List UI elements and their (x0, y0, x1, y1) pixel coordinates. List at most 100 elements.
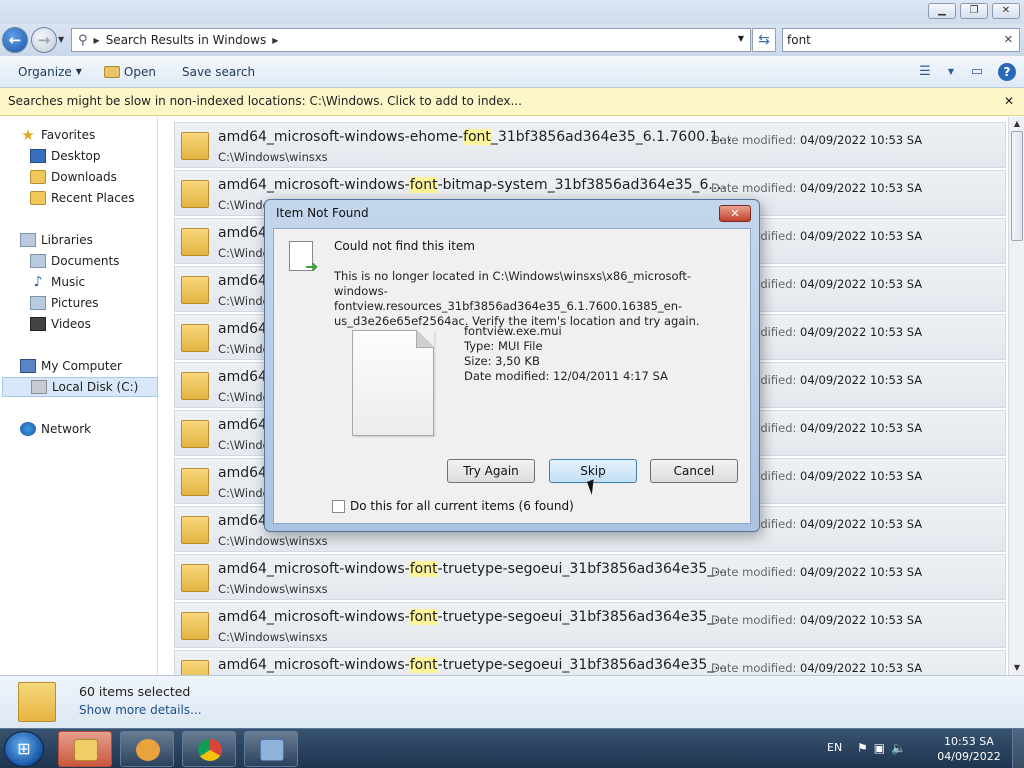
control-panel-icon (260, 739, 284, 761)
result-date: Date modified: 04/09/2022 10:53 SA (711, 181, 923, 195)
search-highlight: font (409, 177, 438, 193)
file-size: Size: 3,50 KB (464, 354, 540, 368)
checkbox-label[interactable]: Do this for all current items (6 found) (350, 499, 574, 513)
recent-pages-dropdown[interactable]: ▼ (58, 35, 64, 44)
result-row[interactable]: amd64_microsoft-windows-ehome-font_31bf3… (174, 122, 1006, 168)
result-name[interactable]: amd64 (218, 225, 267, 241)
scroll-up-icon[interactable]: ▲ (1009, 117, 1024, 131)
result-row[interactable]: amd64_microsoft-windows-font-truetype-se… (174, 650, 1006, 675)
scroll-down-icon[interactable]: ▼ (1009, 661, 1024, 675)
nav-label: Videos (51, 317, 91, 331)
file-info: fontview.exe.mui Type: MUI File Size: 3,… (464, 324, 668, 384)
result-path: C:\Windows\winsxs (218, 630, 328, 644)
result-name[interactable]: amd64 (218, 273, 267, 289)
result-name[interactable]: amd64 (218, 417, 267, 433)
result-name[interactable]: amd64_microsoft-windows-font-truetype-se… (218, 561, 728, 577)
result-path: C:\Windo (218, 246, 270, 260)
result-name[interactable]: amd64_microsoft-windows-font-truetype-se… (218, 609, 728, 625)
info-bar[interactable]: Searches might be slow in non-indexed lo… (0, 88, 1024, 116)
desktop-icon (30, 149, 46, 163)
nav-favorites[interactable]: ★ Favorites (20, 125, 176, 145)
result-row[interactable]: amd64_microsoft-windows-font-truetype-se… (174, 602, 1006, 648)
taskbar-explorer[interactable] (58, 731, 112, 767)
nav-label: Downloads (51, 170, 117, 184)
result-name[interactable]: amd64_microsoft-windows-font-bitmap-syst… (218, 177, 726, 193)
dialog-close-button[interactable]: ✕ (719, 205, 751, 222)
show-more-details-link[interactable]: Show more details... (79, 703, 202, 717)
result-name[interactable]: amd64 (218, 513, 267, 529)
open-label: Open (123, 64, 156, 79)
help-icon[interactable]: ? (998, 63, 1016, 81)
volume-icon[interactable]: 🔈 (891, 741, 906, 755)
organize-button[interactable]: Organize ▼ (18, 65, 82, 79)
chevron-right-icon[interactable]: ▶ (94, 36, 100, 45)
result-name[interactable]: amd64 (218, 369, 267, 385)
folder-icon (181, 372, 209, 400)
explorer-icon (74, 739, 98, 761)
file-move-icon: ➜ (289, 241, 321, 276)
vertical-scrollbar[interactable]: ▲ ▼ (1008, 117, 1024, 675)
preview-pane-icon[interactable]: ▭ (966, 62, 988, 82)
nav-local-disk[interactable]: Local Disk (C:) (2, 377, 158, 397)
apply-all-checkbox[interactable]: Do this for all current items (6 found) (332, 499, 574, 513)
save-search-button[interactable]: Save search (182, 65, 255, 79)
info-bar-text[interactable]: Searches might be slow in non-indexed lo… (8, 94, 522, 108)
taskbar-media-player[interactable] (120, 731, 174, 767)
network-icon (20, 422, 36, 436)
navigation-pane: ★ Favorites Desktop Downloads Recent Plac… (0, 117, 158, 675)
view-options-dropdown-icon[interactable]: ▼ (946, 62, 956, 82)
command-bar: Organize ▼ Open Save search ☰ ▼ ▭ ? (0, 56, 1024, 88)
nav-label: Pictures (51, 296, 99, 310)
clear-search-icon[interactable]: ✕ (1004, 29, 1013, 51)
folder-icon (181, 660, 209, 675)
result-row[interactable]: amd64_microsoft-windows-font-truetype-se… (174, 554, 1006, 600)
result-path: C:\Windows\winsxs (218, 582, 328, 596)
result-path: C:\Windo (218, 438, 270, 452)
result-name[interactable]: amd64_microsoft-windows-font-truetype-se… (218, 657, 728, 673)
nav-libraries[interactable]: Libraries (20, 230, 176, 250)
try-again-button[interactable]: Try Again (447, 459, 535, 483)
nav-network[interactable]: Network (20, 419, 176, 439)
maximize-button[interactable]: ❐ (960, 3, 988, 19)
folder-icon (181, 612, 209, 640)
forward-button[interactable]: → (31, 27, 57, 53)
close-infobar-icon[interactable]: ✕ (1004, 88, 1014, 115)
organize-label: Organize (18, 64, 72, 79)
close-window-button[interactable]: ✕ (992, 3, 1020, 19)
show-desktop-button[interactable] (1012, 729, 1024, 768)
nav-label: Documents (51, 254, 120, 268)
network-tray-icon[interactable]: ▣ (874, 741, 885, 755)
search-highlight: font (463, 129, 491, 145)
scroll-thumb[interactable] (1011, 131, 1023, 241)
clock[interactable]: 10:53 SA 04/09/2022 (930, 734, 1008, 764)
result-name[interactable]: amd64_microsoft-windows-ehome-font_31bf3… (218, 129, 732, 145)
language-indicator[interactable]: EN (827, 741, 842, 754)
file-thumbnail-icon (352, 330, 434, 436)
nav-my-computer[interactable]: My Computer (20, 356, 176, 376)
taskbar-chrome[interactable] (182, 731, 236, 767)
flag-icon[interactable]: ⚑ (857, 741, 868, 755)
checkbox-box[interactable] (332, 499, 345, 513)
result-date: Date modified: 04/09/2022 10:53 SA (711, 133, 923, 147)
start-button[interactable]: ⊞ (4, 731, 44, 767)
folder-icon (181, 420, 209, 448)
minimize-button[interactable]: ▁ (928, 3, 956, 19)
result-name[interactable]: amd64 (218, 465, 267, 481)
save-search-label: Save search (181, 64, 256, 79)
file-date: Date modified: 12/04/2011 4:17 SA (464, 369, 668, 383)
open-button[interactable]: Open (103, 64, 156, 79)
back-button[interactable]: ← (2, 27, 28, 53)
nav-label: Desktop (51, 149, 101, 163)
breadcrumb[interactable]: Search Results in Windows (106, 33, 267, 47)
address-box[interactable]: ⚲ ▶ Search Results in Windows ▶ ▼ (71, 28, 751, 52)
cancel-button[interactable]: Cancel (650, 459, 738, 483)
refresh-button[interactable]: ⇆ (752, 28, 776, 52)
taskbar-control-panel[interactable] (244, 731, 298, 767)
chevron-right-icon[interactable]: ▶ (272, 36, 278, 45)
nav-label: Favorites (41, 128, 96, 142)
change-view-icon[interactable]: ☰ (914, 62, 936, 82)
search-input[interactable]: font ✕ (782, 28, 1020, 52)
address-dropdown-icon[interactable]: ▼ (738, 34, 744, 43)
search-input-value[interactable]: font (787, 33, 811, 47)
result-name[interactable]: amd64 (218, 321, 267, 337)
